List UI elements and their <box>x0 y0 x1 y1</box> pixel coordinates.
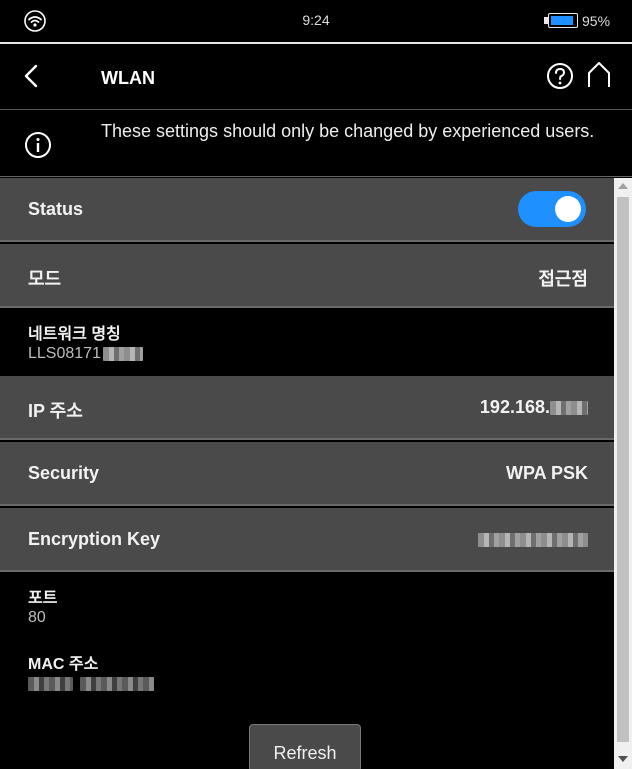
page-title: WLAN <box>101 68 155 88</box>
encryption-key-row[interactable]: Encryption Key <box>0 508 614 572</box>
ip-row[interactable]: IP 주소 192.168. <box>0 376 614 440</box>
security-label: Security <box>28 463 100 483</box>
scroll-thumb[interactable] <box>617 197 629 742</box>
battery-icon <box>548 13 578 28</box>
mode-row[interactable]: 모드 접근점 <box>0 244 614 308</box>
encryption-key-value <box>478 529 588 550</box>
status-toggle[interactable] <box>518 191 586 227</box>
scroll-up-arrow-icon[interactable] <box>618 183 628 189</box>
network-name-label: 네트워크 명칭 <box>28 326 121 343</box>
network-name-text: LLS08171 <box>28 345 101 362</box>
encryption-key-label: Encryption Key <box>28 529 161 549</box>
network-name-value: LLS08171 <box>28 345 143 363</box>
redacted-mac-part1 <box>28 676 73 691</box>
scroll-down-arrow-icon[interactable] <box>618 756 628 762</box>
clock: 9:24 <box>302 12 330 28</box>
battery-percent: 95% <box>582 13 611 29</box>
mode-label: 모드 <box>28 269 62 289</box>
ip-value: 192.168. <box>480 397 588 418</box>
home-icon[interactable] <box>586 61 612 89</box>
info-icon <box>25 132 51 158</box>
redacted-mac-part2 <box>80 676 154 691</box>
info-banner: These settings should only be changed by… <box>0 111 632 177</box>
redacted-network-suffix <box>102 346 143 361</box>
toggle-knob <box>555 196 581 222</box>
security-row[interactable]: Security WPA PSK <box>0 442 614 506</box>
status-bar: 9:24 95% <box>0 0 632 44</box>
header: WLAN <box>0 46 632 110</box>
port-value: 80 <box>28 609 46 626</box>
status-label: Status <box>28 199 84 219</box>
status-row: Status <box>0 178 614 242</box>
refresh-button[interactable]: Refresh <box>249 724 361 769</box>
redacted-ip-suffix <box>550 401 588 416</box>
mac-label: MAC 주소 <box>28 656 99 673</box>
info-text: These settings should only be changed by… <box>101 121 595 141</box>
scrollbar[interactable] <box>614 178 632 769</box>
redacted-encryption-key <box>478 533 588 548</box>
security-value: WPA PSK <box>505 463 588 483</box>
settings-list[interactable]: Status 모드 접근점 네트워크 명칭 LLS08171 IP 주소 192… <box>0 178 614 769</box>
battery-level <box>551 16 573 25</box>
back-icon[interactable] <box>20 60 44 92</box>
ip-text: 192.168. <box>479 397 550 417</box>
mac-value <box>28 675 154 693</box>
ip-label: IP 주소 <box>28 401 83 421</box>
port-label: 포트 <box>28 590 58 607</box>
mode-value: 접근점 <box>538 269 588 289</box>
help-icon[interactable] <box>546 62 574 90</box>
